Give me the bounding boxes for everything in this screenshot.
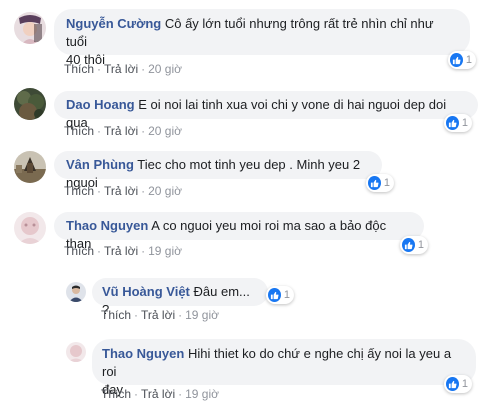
like-link[interactable]: Thích	[64, 244, 94, 258]
reaction-number: 1	[417, 239, 424, 251]
separator: ·	[134, 387, 139, 401]
comment-author[interactable]: Nguyễn Cường	[66, 16, 161, 31]
comment-bubble: Vân Phùng Tiec cho mot tinh yeu dep . Mi…	[54, 151, 382, 190]
reply-link[interactable]: Trả lời	[104, 62, 138, 76]
reaction-number: 1	[461, 378, 468, 390]
timestamp[interactable]: 20 giờ	[148, 124, 182, 138]
reaction-count[interactable]: 1	[366, 174, 394, 192]
reply-actions: Thích · Trả lời · 19 giờ	[101, 308, 219, 322]
reaction-number: 1	[461, 117, 468, 129]
reaction-number: 1	[283, 289, 290, 301]
reply-link[interactable]: Trả lời	[141, 387, 175, 401]
comment-actions: Thích · Trả lời · 20 giờ	[64, 124, 182, 138]
timestamp[interactable]: 20 giờ	[148, 184, 182, 198]
thumbs-up-icon	[268, 288, 281, 302]
thumbs-up-icon	[402, 238, 415, 252]
avatar-image	[14, 151, 46, 183]
avatar-image	[66, 282, 86, 302]
avatar-image	[14, 12, 46, 44]
separator: ·	[141, 184, 146, 198]
comment-actions: Thích · Trả lời · 19 giờ	[64, 244, 182, 258]
avatar[interactable]	[14, 212, 46, 244]
separator: ·	[97, 62, 102, 76]
thumbs-up-icon	[446, 116, 459, 130]
reply-author[interactable]: Vũ Hoàng Việt	[102, 284, 190, 299]
like-link[interactable]: Thích	[101, 387, 131, 401]
reply-author[interactable]: Thao Nguyen	[102, 346, 184, 361]
timestamp[interactable]: 20 giờ	[148, 62, 182, 76]
comment-author[interactable]: Thao Nguyen	[66, 218, 148, 233]
thumbs-up-icon	[446, 377, 459, 391]
separator: ·	[141, 124, 146, 138]
avatar[interactable]	[66, 282, 86, 302]
like-link[interactable]: Thích	[64, 62, 94, 76]
avatar-image	[14, 88, 46, 120]
reply-bubble: Vũ Hoàng Việt Đâu em... ?	[92, 278, 268, 317]
timestamp[interactable]: 19 giờ	[185, 387, 219, 401]
like-link[interactable]: Thích	[101, 308, 131, 322]
comment-actions: Thích · Trả lời · 20 giờ	[64, 184, 182, 198]
reply-link[interactable]: Trả lời	[104, 184, 138, 198]
comment-actions: Thích · Trả lời · 20 giờ	[64, 62, 182, 76]
comment-author[interactable]: Vân Phùng	[66, 157, 134, 172]
thumbs-up-icon	[368, 176, 381, 190]
comment-bubble: Nguyễn Cường Cô ấy lớn tuổi nhưng trông …	[54, 9, 470, 67]
reply-bubble: Thao Nguyen Hihi thiet ko do chứ e nghe …	[92, 339, 476, 397]
reply-link[interactable]: Trả lời	[141, 308, 175, 322]
separator: ·	[178, 308, 183, 322]
comment-author[interactable]: Dao Hoang	[66, 97, 135, 112]
separator: ·	[141, 244, 146, 258]
comment-bubble: Dao Hoang E oi noi lai tinh xua voi chi …	[54, 91, 478, 130]
timestamp[interactable]: 19 giờ	[148, 244, 182, 258]
avatar[interactable]	[14, 151, 46, 183]
reaction-count[interactable]: 1	[400, 236, 428, 254]
reaction-count[interactable]: 1	[266, 286, 294, 304]
avatar[interactable]	[14, 88, 46, 120]
comment-bubble: Thao Nguyen A co nguoi yeu moi roi ma sa…	[54, 212, 424, 251]
avatar-image	[14, 212, 46, 244]
reaction-number: 1	[465, 54, 472, 66]
like-link[interactable]: Thích	[64, 184, 94, 198]
comment-thread: Nguyễn Cường Cô ấy lớn tuổi nhưng trông …	[0, 0, 486, 414]
timestamp[interactable]: 19 giờ	[185, 308, 219, 322]
reply-link[interactable]: Trả lời	[104, 124, 138, 138]
avatar[interactable]	[66, 342, 86, 362]
separator: ·	[134, 308, 139, 322]
like-link[interactable]: Thích	[64, 124, 94, 138]
reply-actions: Thích · Trả lời · 19 giờ	[101, 387, 219, 401]
avatar[interactable]	[14, 12, 46, 44]
separator: ·	[97, 184, 102, 198]
reaction-count[interactable]: 1	[444, 114, 472, 132]
separator: ·	[97, 244, 102, 258]
separator: ·	[97, 124, 102, 138]
separator: ·	[178, 387, 183, 401]
reaction-count[interactable]: 1	[444, 375, 472, 393]
thumbs-up-icon	[450, 53, 463, 67]
reaction-number: 1	[383, 177, 390, 189]
reply-link[interactable]: Trả lời	[104, 244, 138, 258]
avatar-image	[66, 342, 86, 362]
reaction-count[interactable]: 1	[448, 51, 476, 69]
separator: ·	[141, 62, 146, 76]
